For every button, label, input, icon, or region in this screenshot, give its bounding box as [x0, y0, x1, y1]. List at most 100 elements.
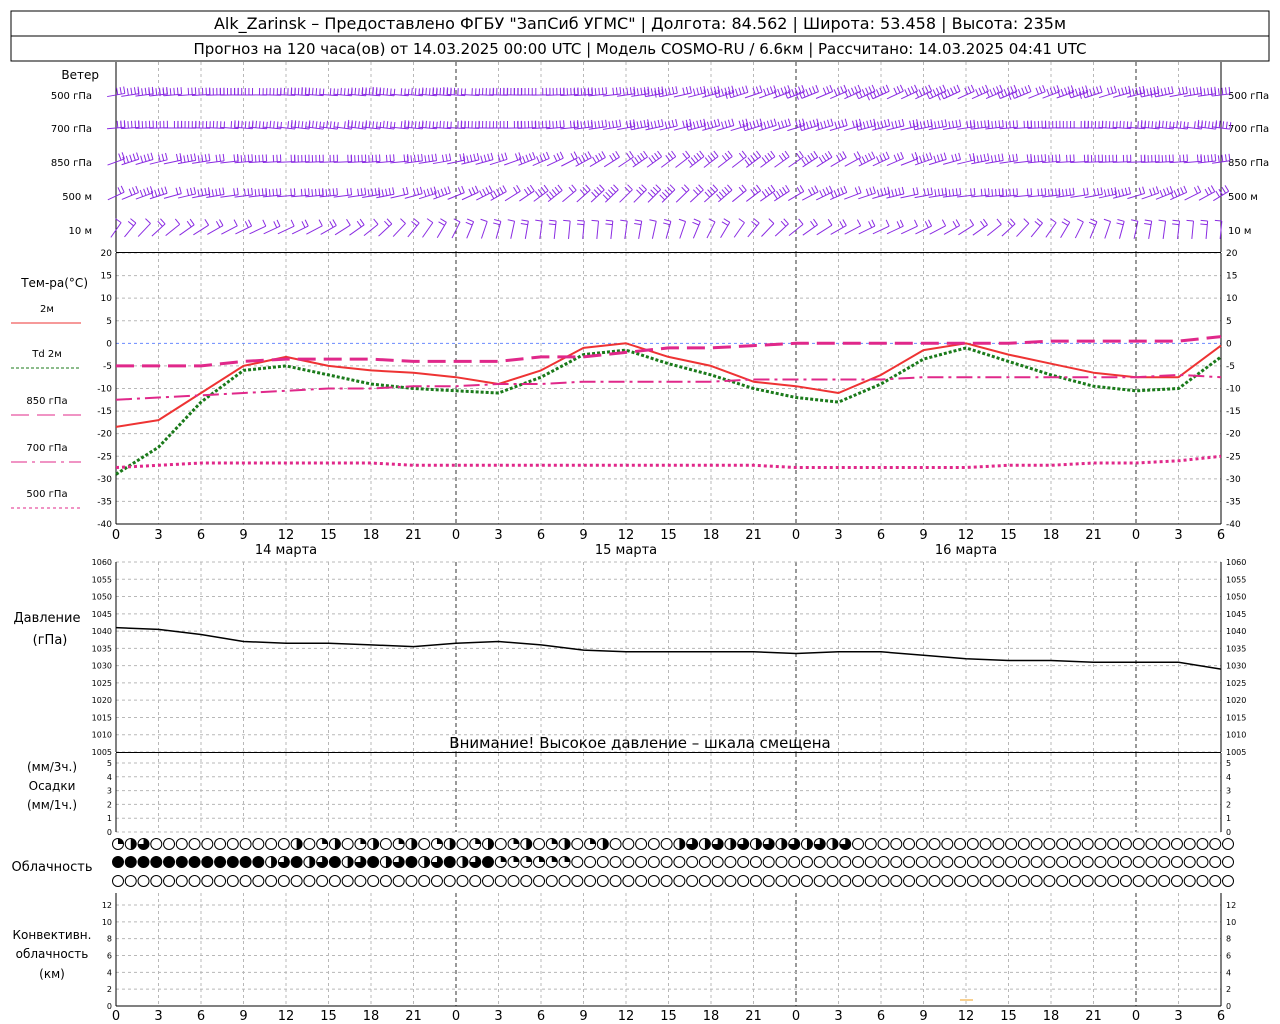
wind-barb-flag	[923, 188, 926, 196]
wind-barb	[165, 223, 180, 237]
wind-barb-flag	[578, 156, 583, 164]
wind-barb-flag	[1180, 187, 1184, 195]
x-tick-label-bottom: 21	[1085, 1009, 1102, 1024]
cloud-circle	[1068, 856, 1081, 868]
wind-barb-flag	[1030, 155, 1032, 163]
cloud-circle	[494, 838, 507, 850]
cloud-circle	[1017, 856, 1030, 868]
wind-barb	[886, 90, 904, 100]
cloud-circle	[1145, 838, 1158, 850]
wind-barb-flag	[1167, 86, 1171, 95]
cloud-fill	[551, 856, 558, 862]
wind-barb-flag	[650, 88, 654, 96]
wind-barb-flag	[991, 121, 994, 129]
wind-barb-flag	[861, 89, 866, 96]
wind-barb-flag	[1222, 121, 1225, 129]
cloud-circle	[201, 838, 214, 850]
cloud-fill	[755, 838, 762, 850]
wind-barb-flag	[615, 120, 618, 128]
wind-barb-flag	[717, 118, 721, 126]
cloud-fill	[590, 838, 596, 844]
wind-barb-flag	[593, 189, 600, 196]
wind-barb-flag	[747, 157, 753, 164]
wind-barb	[179, 224, 195, 236]
wind-barb-flag	[919, 155, 923, 163]
wind-barb-flag	[819, 190, 824, 197]
wind-barb-flag	[842, 219, 847, 226]
wind-barb-flag	[885, 84, 890, 92]
x-tick-label-bottom: 3	[494, 1009, 502, 1024]
wind-barb-flag	[521, 219, 529, 222]
wind-barb	[689, 189, 704, 203]
wind-barb-flag	[440, 188, 444, 196]
x-tick-label-temp: 3	[834, 528, 842, 543]
wind-barb-flag	[804, 156, 810, 164]
wind-barb-flag	[385, 154, 388, 162]
header: Alk_Zarinsk – Предоставлено ФГБУ "ЗапСиб…	[10, 10, 1270, 62]
cloud-circle	[1222, 875, 1234, 887]
wind-barb-flag	[537, 189, 543, 196]
wind-barb-flag	[649, 219, 657, 222]
wind-barb-flag	[1196, 87, 1199, 95]
cloud-circle	[201, 875, 214, 887]
wind-barb-flag	[682, 120, 685, 128]
cloud-circle	[1170, 838, 1183, 850]
wind-barb-flag	[602, 194, 609, 201]
wind-barb-flag	[166, 88, 168, 96]
cloud-circle	[150, 838, 163, 850]
temp-ytick-right: -20	[1226, 430, 1241, 440]
cloud-circle	[316, 875, 329, 887]
wind-barb-flag	[847, 89, 852, 96]
wind-barb-flag	[833, 89, 838, 96]
wind-barb-flag	[183, 155, 186, 163]
wind-barb-flag	[946, 89, 951, 96]
wind-barb-flag	[410, 155, 413, 163]
wind-barb-flag	[1208, 121, 1210, 129]
cloud-fill	[150, 856, 162, 868]
wind-level-label-right: 10 м	[1228, 226, 1251, 237]
cloud-circle	[890, 875, 903, 887]
wind-barb-flag	[777, 121, 781, 129]
cloud-circle	[1132, 838, 1145, 850]
wind-barb-flag	[1036, 218, 1043, 224]
cloud-circle	[660, 856, 673, 868]
wind-barb-flag	[671, 150, 677, 157]
wind-barb-flag	[939, 86, 944, 93]
precip-ytick-right: 0	[1226, 828, 1231, 837]
wind-barb-flag	[432, 87, 434, 95]
wind-barb-flag	[1183, 185, 1188, 193]
wind-barb-flag	[333, 121, 336, 129]
wind-barb-flag	[1009, 188, 1011, 196]
wind-barb-flag	[525, 154, 529, 162]
wind-barb	[651, 221, 657, 239]
cloud-circle	[418, 838, 431, 850]
cloud-circle	[673, 875, 686, 887]
wind-barb-flag	[937, 188, 940, 196]
wind-barb-flag	[329, 121, 332, 129]
wind-barb-flag	[613, 184, 619, 191]
wind-barb-flag	[934, 121, 937, 129]
wind-barb-flag	[265, 189, 267, 197]
wind-barb-flag	[824, 152, 830, 160]
wind-barb-flag	[887, 118, 891, 126]
wind-barb-flag	[724, 120, 728, 128]
wind-barb-flag	[440, 218, 447, 223]
cloud-circle	[392, 875, 405, 887]
temperature-chart: 2м Td 2м 850 гПа 700 гПа 500 гПа	[11, 304, 1222, 509]
cloud-circle	[928, 875, 941, 887]
wind-barb-flag	[607, 189, 614, 196]
wind-barb	[900, 225, 918, 235]
wind-barb-flag	[251, 120, 254, 128]
wind-barb-flag	[1128, 186, 1132, 194]
wind-barb-flag	[884, 119, 887, 127]
wind-barb-flag	[577, 219, 585, 222]
wind-barb-flag	[482, 188, 487, 196]
wind-barb-flag	[1204, 188, 1209, 196]
wind-barb-flag	[1012, 188, 1015, 196]
pressure-ytick-left: 1025	[92, 679, 112, 688]
wind-barb-flag	[499, 186, 504, 194]
wind-barb-flag	[928, 84, 933, 92]
cloud-circle	[545, 875, 558, 887]
conv-label-3: (км)	[39, 967, 65, 981]
cloud-cover	[112, 838, 1234, 887]
